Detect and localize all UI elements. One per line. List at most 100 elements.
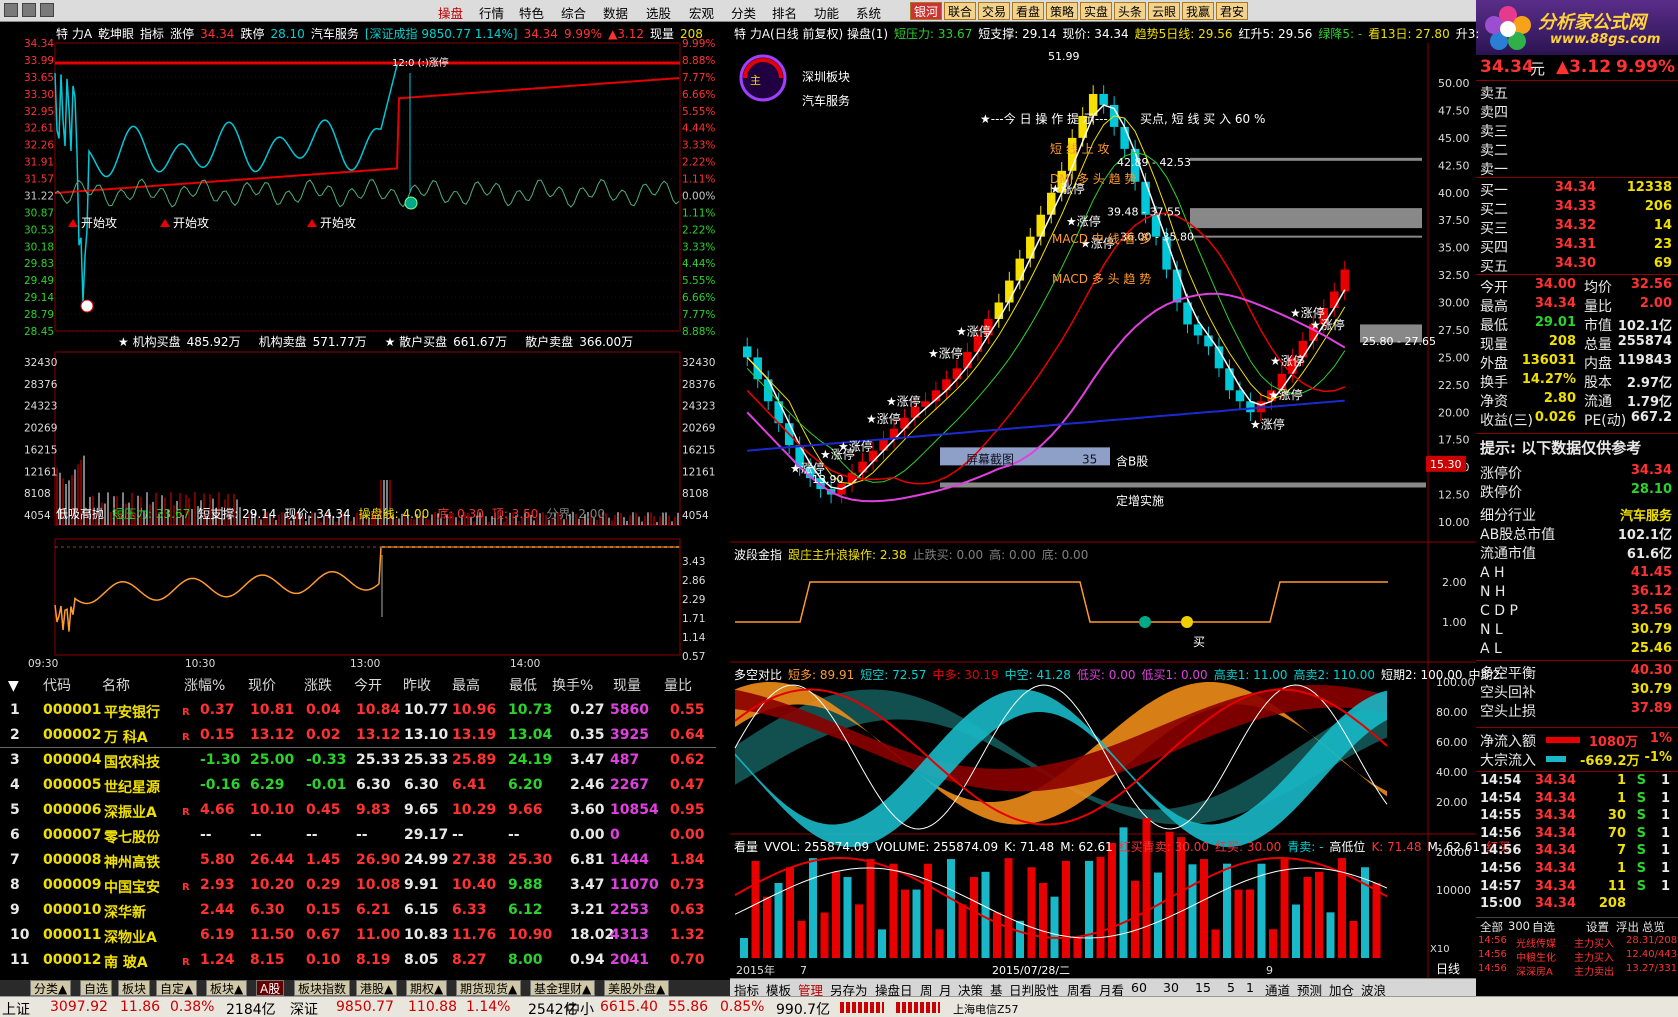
toolbar-button-4[interactable]: 策略 <box>1046 2 1079 20</box>
tick-bar-0[interactable]: 全部 <box>1480 919 1503 935</box>
news-time-1: 14:56 <box>1478 949 1507 960</box>
table-header-4[interactable]: 涨跌 <box>304 675 332 697</box>
row-high: 10.40 <box>452 877 497 893</box>
menu-item-3[interactable]: 综合 <box>561 3 586 22</box>
row-change: 0.29 <box>306 877 341 893</box>
table-header-3[interactable]: 现价 <box>248 675 276 697</box>
tab-9[interactable]: 期货现货▲ <box>456 980 522 996</box>
table-header-2[interactable]: 涨幅% <box>184 675 225 697</box>
menu-item-5[interactable]: 选股 <box>646 3 671 22</box>
tick-bar-1[interactable]: 300 <box>1508 919 1530 933</box>
toolbar-button-5[interactable]: 实盘 <box>1080 2 1113 20</box>
tab-6[interactable]: 板块指数 <box>294 980 351 996</box>
table-row[interactable]: 4 000005 世纪星源 -0.16 6.29 -0.01 6.30 6.30 6.41 6.2… <box>0 774 716 798</box>
table-row[interactable]: 8 000009 中国宝安 R 2.93 10.20 0.29 10.08 9.91 10.40 9… <box>0 874 716 898</box>
kline-header: 特 力A(日线 前复权) 操盘(1) 短压力: 33.67 短支撑: 29.14 现价… <box>734 25 1485 42</box>
sub-item-3: 操盘线: 4.00 <box>358 507 430 521</box>
row-code: 000002 <box>43 727 102 743</box>
sep-4 <box>1476 433 1678 434</box>
menu-item-7[interactable]: 分类 <box>731 3 756 22</box>
candle-body <box>1330 291 1339 308</box>
table-header-1[interactable]: 名称 <box>102 675 130 697</box>
table-header-10[interactable]: 现量 <box>613 675 641 697</box>
kline-chart[interactable]: 50.00 47.50 45.00 42.50 40.00 37.50 35.00 32.50… <box>730 22 1476 978</box>
intraday-header-item-6: 28.10 <box>270 27 305 41</box>
app-logo-icon[interactable] <box>4 3 18 17</box>
sh-amount: 2184亿 <box>226 1002 276 1017</box>
row-code: 000006 <box>43 802 102 818</box>
row-change-pct: 4.66 <box>200 802 235 818</box>
candle-body <box>879 439 888 451</box>
tick-bar-5[interactable]: 总览 <box>1642 919 1665 935</box>
minimize-icon[interactable] <box>22 3 36 17</box>
toolbar-button-1[interactable]: 联合 <box>944 2 977 20</box>
table-header-5[interactable]: 今开 <box>354 675 382 697</box>
bid-vol-4: 69 <box>1653 256 1672 271</box>
toolbar-button-9[interactable]: 君安 <box>1216 2 1249 20</box>
toolbar-button-0[interactable]: 银河 <box>910 2 943 20</box>
toolbar-button-6[interactable]: 头条 <box>1114 2 1147 20</box>
row-price: 11.50 <box>250 927 295 943</box>
menu-item-6[interactable]: 宏观 <box>689 3 714 22</box>
avg-price-line <box>54 77 680 194</box>
table-header-7[interactable]: 最高 <box>452 675 480 697</box>
tab-10[interactable]: 基金理财▲ <box>530 980 596 996</box>
volume-bar <box>878 929 886 958</box>
limit-up-star-0: ★涨停 <box>790 461 825 476</box>
table-header-0[interactable]: 代码 <box>43 675 71 697</box>
table-row[interactable]: 3 000004 国农科技 -1.30 25.00 -0.33 25.33 25.33 25.8… <box>0 749 716 773</box>
tick-count-4: 1 <box>1660 843 1670 859</box>
menu-item-2[interactable]: 特色 <box>519 3 544 22</box>
toolbar-button-2[interactable]: 交易 <box>978 2 1011 20</box>
table-header-11[interactable]: 量比 <box>664 675 692 697</box>
table-row[interactable]: 2 000002 万 科A R 0.15 13.12 0.02 13.12 13.10 13.19… <box>0 724 716 748</box>
kline-tool-15[interactable]: 5 <box>1227 980 1235 995</box>
table-header-8[interactable]: 最低 <box>509 675 537 697</box>
tick-bar-2[interactable]: 自选 <box>1532 919 1555 935</box>
table-header-index[interactable]: ▼ <box>8 675 19 697</box>
table-row[interactable]: 11 000012 南 玻A R 1.24 8.15 0.10 8.19 8.05 8.27 8.0… <box>0 949 716 973</box>
balance-label-0: 多空平衡 <box>1480 666 1536 682</box>
table-row[interactable]: 6 000007 零七股份 -- -- -- -- 29.17 -- -- 0.00 0 0.00 <box>0 824 716 848</box>
toolbar-button-8[interactable]: 我赢 <box>1182 2 1215 20</box>
kline-tool-16[interactable]: 1 <box>1246 980 1254 995</box>
table-row[interactable]: 7 000008 神州高铁 5.80 26.44 1.45 26.90 24.99 27.38 2… <box>0 849 716 873</box>
tab-4[interactable]: 板块▲ <box>206 980 248 996</box>
table-row[interactable]: 5 000006 深振业A R 4.66 10.10 0.45 9.83 9.65 10.29 9.… <box>0 799 716 823</box>
menu-item-10[interactable]: 系统 <box>856 3 881 22</box>
tab-7[interactable]: 港股▲ <box>356 980 398 996</box>
table-row[interactable]: 1 000001 平安银行 R 0.37 10.81 0.04 10.84 10.77 10.96… <box>0 699 716 723</box>
table-header-9[interactable]: 换手% <box>552 675 593 697</box>
menu-item-4[interactable]: 数据 <box>603 3 628 22</box>
tab-0[interactable]: 分类▲ <box>30 980 72 996</box>
menu-item-1[interactable]: 行情 <box>479 3 504 22</box>
tick-bar-4[interactable]: 浮出 <box>1616 919 1639 935</box>
tab-11[interactable]: 美股外盘▲ <box>604 980 670 996</box>
kline-tool-14[interactable]: 15 <box>1195 980 1211 995</box>
toolbar-button-7[interactable]: 云眼 <box>1148 2 1181 20</box>
vol-axis-label-r: 28376 <box>682 379 716 391</box>
tab-5[interactable]: A股 <box>256 980 285 996</box>
sep-7 <box>1476 771 1678 772</box>
kline-tool-13[interactable]: 30 <box>1163 980 1179 995</box>
table-header-6[interactable]: 昨收 <box>403 675 431 697</box>
row-high: -- <box>452 827 464 843</box>
price-axis-label: 31.91 <box>24 157 54 169</box>
kline-price-label: 27.50 <box>1438 324 1470 337</box>
restore-icon[interactable] <box>40 3 54 17</box>
volume-bar <box>1177 837 1185 958</box>
tab-8[interactable]: 期权▲ <box>406 980 448 996</box>
menu-item-0[interactable]: 操盘 <box>438 3 463 22</box>
menu-item-8[interactable]: 排名 <box>772 3 797 22</box>
tick-bar-3[interactable]: 设置 <box>1586 919 1609 935</box>
volume-bar <box>763 896 771 958</box>
table-row[interactable]: 10 000011 深物业A 6.19 11.50 0.67 11.00 10.83 11.76… <box>0 924 716 948</box>
menu-item-9[interactable]: 功能 <box>814 3 839 22</box>
tab-1[interactable]: 自选 <box>80 980 113 996</box>
tab-2[interactable]: 板块 <box>118 980 151 996</box>
table-row[interactable]: 9 000010 深华新 2.44 6.30 0.15 6.21 6.15 6.33 6.12 3.… <box>0 899 716 923</box>
kline-tool-12[interactable]: 60 <box>1131 980 1147 995</box>
toolbar-button-3[interactable]: 看盘 <box>1012 2 1045 20</box>
tab-3[interactable]: 自定▲ <box>156 980 198 996</box>
volume-bar <box>901 889 909 958</box>
